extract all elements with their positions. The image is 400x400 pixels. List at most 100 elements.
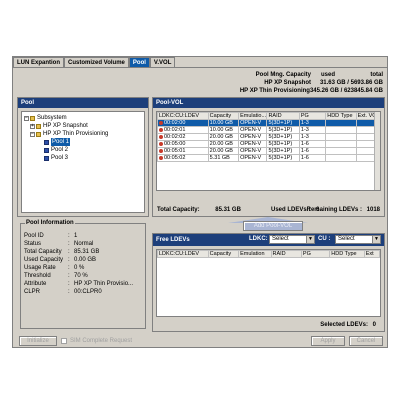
cell — [325, 126, 357, 134]
pool-window: LUN Expantion Customized Volume Pool V.V… — [12, 56, 388, 348]
column-header[interactable]: HDD Type — [325, 112, 357, 120]
tree-node-thin-provisioning[interactable]: − HP XP Thin Provisioning — [24, 130, 142, 138]
info-row: Threshold:70 % — [24, 273, 88, 279]
summary-label: HP XP Snapshot — [264, 80, 311, 86]
table-row[interactable]: 00:05:01 20.00 GB OPEN-V 5(3D+1P) 1-6 — [157, 147, 380, 155]
tree-node-label: Pool 2 — [51, 147, 69, 153]
info-label: Attribute — [24, 281, 47, 287]
pool-vol-title: Pool-VOL — [153, 98, 384, 108]
cell: 00:02:01 — [164, 127, 186, 133]
cell: 10.00 GB — [207, 119, 240, 127]
tree-node-label: Pool 3 — [51, 155, 69, 161]
tree-node-pool-2[interactable]: Pool 2 — [24, 146, 142, 154]
info-row: Pool ID:1 — [24, 233, 78, 239]
info-label: Usage Rate — [24, 265, 56, 271]
cell: 1-6 — [298, 147, 327, 155]
table-row[interactable]: 00:05:02 5.31 GB OPEN-V 5(3D+1P) 1-6 — [157, 154, 380, 162]
info-value: Normal — [74, 241, 94, 247]
tab-bar: LUN Expantion Customized Volume Pool V.V… — [13, 57, 176, 67]
tab-vvol[interactable]: V.VOL — [149, 57, 176, 67]
tree-node-subsystem[interactable]: − Subsystem — [24, 114, 142, 122]
info-label: Used Capacity — [24, 257, 64, 263]
info-label: Status — [24, 241, 42, 247]
selected-ldevs-value: 0 — [372, 322, 376, 328]
cell: 1-3 — [298, 133, 327, 141]
cell: 20.00 GB — [207, 140, 240, 148]
cell: 00:05:01 — [164, 148, 186, 154]
ldev-icon — [159, 134, 163, 139]
table-row[interactable]: 00:02:01 10.00 GB OPEN-V 5(3D+1P) 1-3 — [157, 126, 380, 134]
column-header[interactable]: Emulatio... — [238, 112, 268, 120]
tab-customized-volume[interactable]: Customized Volume — [64, 57, 129, 67]
info-row: Usage Rate:0 % — [24, 265, 85, 271]
tree-node-snapshot[interactable]: + HP XP Snapshot — [24, 122, 142, 130]
ldkc-select-value: Select — [272, 236, 289, 242]
column-header[interactable]: Ext — [363, 250, 380, 258]
table-row[interactable]: 00:02:00 10.00 GB OPEN-V 5(3D+1P) 1-3 — [157, 119, 380, 127]
cell: 10.00 GB — [207, 126, 240, 134]
cell: OPEN-V — [238, 119, 268, 127]
chevron-down-icon: ▼ — [372, 236, 380, 243]
table-row[interactable]: 00:02:02 20.00 GB OPEN-V 5(3D+1P) 1-3 — [157, 133, 380, 141]
table-row[interactable]: 00:05:00 20.00 GB OPEN-V 5(3D+1P) 1-6 — [157, 140, 380, 148]
pool-panel: Pool − Subsystem + HP XP Snapshot − HP X… — [17, 97, 149, 217]
info-row: Status: Normal — [24, 241, 94, 247]
info-label: Pool ID — [24, 233, 44, 239]
cell: 5.31 GB — [207, 154, 240, 162]
add-pool-vol-button[interactable]: Add Pool-VOL — [243, 221, 303, 231]
info-row: CLPR:00:CLPR0 — [24, 289, 102, 295]
sim-complete-checkbox[interactable] — [61, 338, 67, 344]
cancel-button[interactable]: Cancel — [349, 336, 383, 346]
collapse-icon[interactable]: − — [24, 115, 29, 121]
tree-node-pool-1[interactable]: Pool 1 — [24, 138, 142, 146]
cell — [325, 140, 357, 148]
pool-capacity-summary: Pool Mng. Capacity used total HP XP Snap… — [233, 71, 383, 95]
info-row: Attribute: HP XP Thin Provisio... — [24, 281, 134, 287]
cell: OPEN-V — [238, 126, 268, 134]
column-header[interactable]: LDKC:CU:LDEV — [157, 250, 209, 258]
column-header[interactable]: Capacity — [207, 250, 240, 258]
summary-row-snapshot: HP XP Snapshot 31.63 GB / 5693.86 GB — [233, 79, 383, 87]
info-value: 00:CLPR0 — [74, 289, 102, 295]
ldkc-select[interactable]: Select ▼ — [269, 235, 315, 244]
column-header[interactable]: PG — [298, 112, 327, 120]
pool-icon — [44, 139, 49, 145]
subsystem-icon — [30, 115, 35, 121]
column-header[interactable]: RAID — [266, 112, 300, 120]
column-header[interactable]: Capacity — [207, 112, 240, 120]
cell — [325, 133, 357, 141]
tab-lun-expansion[interactable]: LUN Expantion — [13, 57, 64, 67]
tab-pool[interactable]: Pool — [128, 57, 150, 67]
initialize-button[interactable]: Initialize — [19, 336, 57, 346]
cu-label: CU : — [318, 236, 331, 242]
pool-vol-scrollbar[interactable] — [374, 112, 380, 190]
cell: OPEN-V — [238, 154, 268, 162]
column-header[interactable]: HDD Type — [329, 250, 365, 258]
cell: 5(3D+1P) — [266, 126, 300, 134]
pool-tree: − Subsystem + HP XP Snapshot − HP XP Thi… — [21, 111, 145, 213]
cu-select[interactable]: Select ▼ — [335, 235, 381, 244]
column-header[interactable]: RAID — [270, 250, 302, 258]
column-header[interactable]: PG — [300, 250, 331, 258]
apply-button[interactable]: Apply — [311, 336, 345, 346]
cell: 00:05:00 — [164, 141, 186, 147]
summary-value: 31.63 GB / 5693.86 GB — [319, 80, 383, 86]
info-value: 1 — [74, 233, 78, 239]
folder-icon — [36, 131, 41, 137]
remaining-ldevs-label: Remaining LDEVs : — [306, 207, 362, 213]
tree-node-label: Subsystem — [37, 115, 67, 121]
free-ldevs-title: Free LDEVs — [156, 237, 190, 243]
expand-icon[interactable]: + — [30, 123, 35, 129]
tree-node-pool-3[interactable]: Pool 3 — [24, 154, 142, 162]
column-header[interactable]: Emulation — [238, 250, 272, 258]
used-ldevs-label: Used LDEVs : — [271, 207, 311, 213]
info-label: CLPR — [24, 289, 41, 295]
pool-icon — [44, 155, 49, 161]
column-header[interactable]: LDKC:CU:LDEV — [157, 112, 209, 120]
collapse-icon[interactable]: − — [30, 131, 35, 137]
cell: 5(3D+1P) — [266, 154, 300, 162]
free-ldevs-header-row: LDKC:CU:LDEV Capacity Emulation RAID PG … — [157, 250, 380, 258]
cell: 1-3 — [298, 119, 327, 127]
info-row: Total Capacity:85.31 GB — [24, 249, 100, 255]
pool-vol-header-row: LDKC:CU:LDEV Capacity Emulatio... RAID P… — [157, 112, 380, 120]
